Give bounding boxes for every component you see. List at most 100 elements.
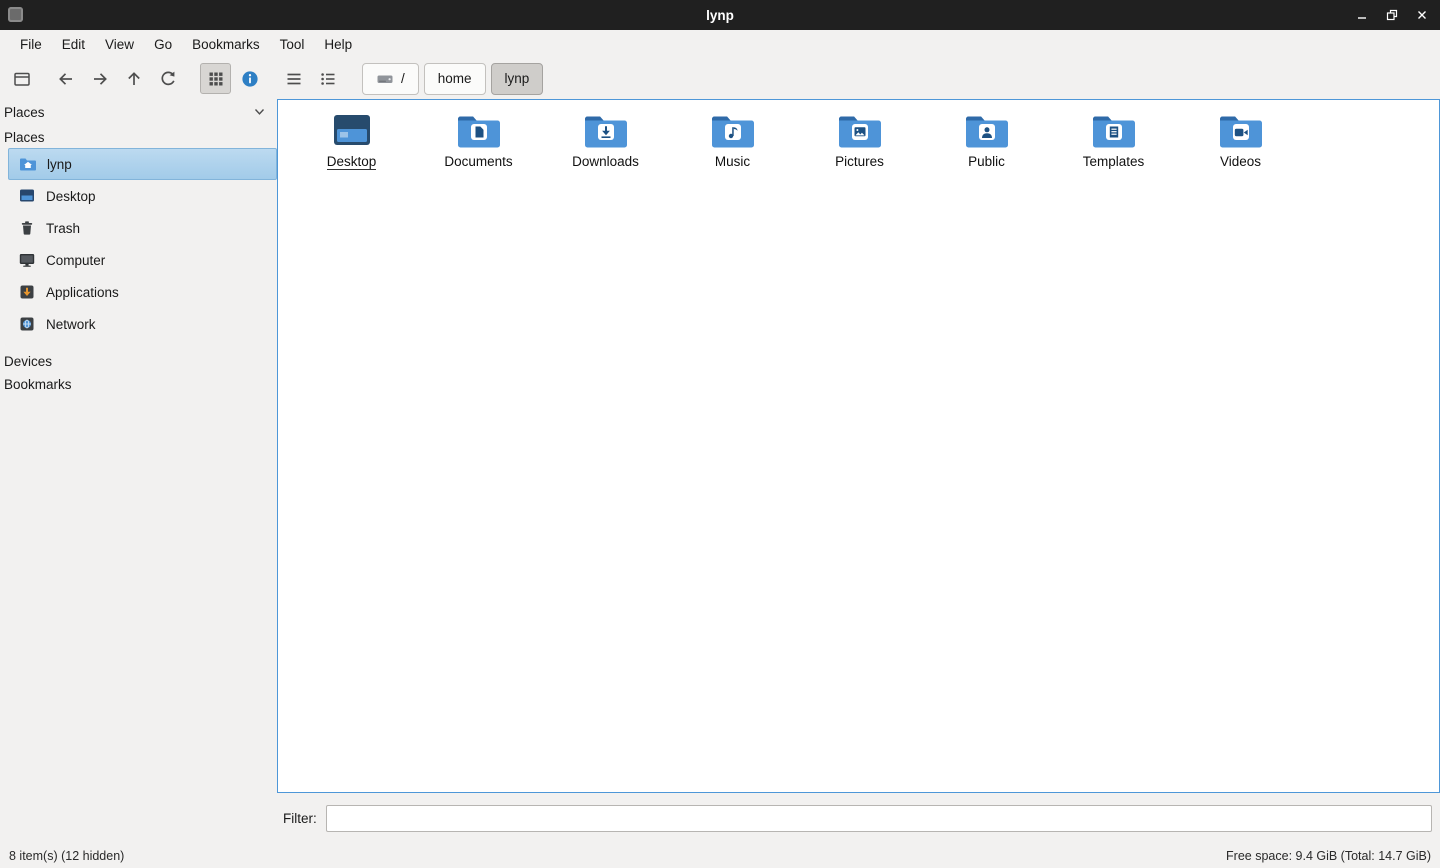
file-item-pictures[interactable]: Pictures (796, 108, 923, 182)
menu-item-bookmarks[interactable]: Bookmarks (182, 33, 270, 56)
up-icon (124, 69, 144, 89)
menu-button[interactable] (278, 63, 309, 94)
sidebar-item-trash[interactable]: Trash (8, 212, 277, 244)
filter-input[interactable] (326, 805, 1432, 832)
sidebar-section-bookmarks[interactable]: Bookmarks (0, 373, 277, 396)
sidebar: Places Places lynp (0, 99, 277, 844)
downloads-folder-icon (583, 108, 629, 150)
menu-item-go[interactable]: Go (144, 33, 182, 56)
app-icon (8, 7, 23, 22)
music-folder-icon (710, 108, 756, 150)
menu-item-file[interactable]: File (10, 33, 52, 56)
window-body: Places Places lynp (0, 99, 1440, 844)
forward-icon (90, 69, 110, 89)
file-item-templates[interactable]: Templates (1050, 108, 1177, 182)
sidebar-item-label: Trash (46, 221, 80, 236)
icon-view-button[interactable] (200, 63, 231, 94)
info-button[interactable] (234, 63, 265, 94)
file-item-desktop[interactable]: Desktop (288, 108, 415, 182)
file-item-videos[interactable]: Videos (1177, 108, 1304, 182)
file-label: Pictures (835, 154, 884, 169)
file-item-documents[interactable]: Documents (415, 108, 542, 182)
sidebar-item-label: Desktop (46, 189, 96, 204)
toolbar: / home lynp (0, 58, 1440, 99)
chevron-down-icon (254, 108, 265, 116)
file-view[interactable]: Desktop Documents (277, 99, 1440, 793)
window-controls (1350, 0, 1434, 30)
close-button[interactable] (1410, 3, 1434, 27)
restore-button[interactable] (1380, 3, 1404, 27)
minimize-button[interactable] (1350, 3, 1374, 27)
home-folder-icon (19, 155, 37, 173)
file-label: Videos (1220, 154, 1261, 169)
applications-icon (18, 283, 36, 301)
sidebar-section-devices[interactable]: Devices (0, 350, 277, 373)
sidebar-item-network[interactable]: Network (8, 308, 277, 340)
path-root-button[interactable]: / (362, 63, 419, 95)
path-segment-lynp[interactable]: lynp (491, 63, 544, 95)
refresh-button[interactable] (152, 63, 183, 94)
info-icon (240, 69, 260, 89)
titlebar: lynp (0, 0, 1440, 30)
file-label: Downloads (572, 154, 639, 169)
path-bar: / home lynp (362, 63, 548, 95)
menu-item-tool[interactable]: Tool (270, 33, 315, 56)
back-icon (56, 69, 76, 89)
forward-button[interactable] (84, 63, 115, 94)
main-column: Desktop Documents (277, 99, 1440, 844)
sidebar-sections: Devices Bookmarks (0, 350, 277, 396)
desktop-icon (18, 187, 36, 205)
file-label: Templates (1083, 154, 1145, 169)
pictures-folder-icon (837, 108, 883, 150)
places-group-label: Places (0, 125, 277, 148)
filter-label: Filter: (283, 811, 317, 826)
sidebar-item-label: Applications (46, 285, 119, 300)
up-button[interactable] (118, 63, 149, 94)
path-segment-home[interactable]: home (424, 63, 486, 95)
close-icon (1414, 7, 1430, 23)
status-free-space: Free space: 9.4 GiB (Total: 14.7 GiB) (1226, 849, 1431, 863)
menubar: File Edit View Go Bookmarks Tool Help (0, 30, 1440, 58)
network-icon (18, 315, 36, 333)
file-item-public[interactable]: Public (923, 108, 1050, 182)
desktop-folder-icon (329, 108, 375, 150)
file-label: Public (968, 154, 1005, 169)
minimize-icon (1354, 7, 1370, 23)
menu-item-help[interactable]: Help (314, 33, 362, 56)
file-label: Music (715, 154, 750, 169)
menu-item-edit[interactable]: Edit (52, 33, 95, 56)
file-item-music[interactable]: Music (669, 108, 796, 182)
new-window-button[interactable] (6, 63, 37, 94)
hamburger-menu-icon (284, 69, 304, 89)
sidebar-item-applications[interactable]: Applications (8, 276, 277, 308)
file-item-downloads[interactable]: Downloads (542, 108, 669, 182)
sidebar-item-computer[interactable]: Computer (8, 244, 277, 276)
filter-bar: Filter: (277, 793, 1440, 844)
list-view-icon (318, 69, 338, 89)
status-bar: 8 item(s) (12 hidden) Free space: 9.4 Gi… (0, 844, 1440, 868)
sidebar-item-lynp[interactable]: lynp (8, 148, 277, 180)
menu-item-view[interactable]: View (95, 33, 144, 56)
sidebar-item-label: Computer (46, 253, 105, 268)
public-folder-icon (964, 108, 1010, 150)
sidebar-panel-label: Places (4, 105, 45, 120)
file-manager-window: lynp File Edit View Go Bookmarks Tool He… (0, 0, 1440, 868)
drive-icon (376, 71, 394, 87)
back-button[interactable] (50, 63, 81, 94)
templates-folder-icon (1091, 108, 1137, 150)
new-window-icon (12, 69, 32, 89)
detailed-list-view-button[interactable] (312, 63, 343, 94)
sidebar-item-desktop[interactable]: Desktop (8, 180, 277, 212)
restore-icon (1384, 7, 1400, 23)
status-item-count: 8 item(s) (12 hidden) (9, 849, 124, 863)
window-title: lynp (706, 8, 734, 23)
icon-view-grid-icon (206, 69, 226, 89)
videos-folder-icon (1218, 108, 1264, 150)
sidebar-panel-selector[interactable]: Places (0, 99, 277, 125)
file-label: Desktop (327, 154, 377, 170)
trash-icon (18, 219, 36, 237)
documents-folder-icon (456, 108, 502, 150)
refresh-icon (158, 69, 178, 89)
path-root-label: / (401, 71, 405, 86)
file-label: Documents (444, 154, 512, 169)
